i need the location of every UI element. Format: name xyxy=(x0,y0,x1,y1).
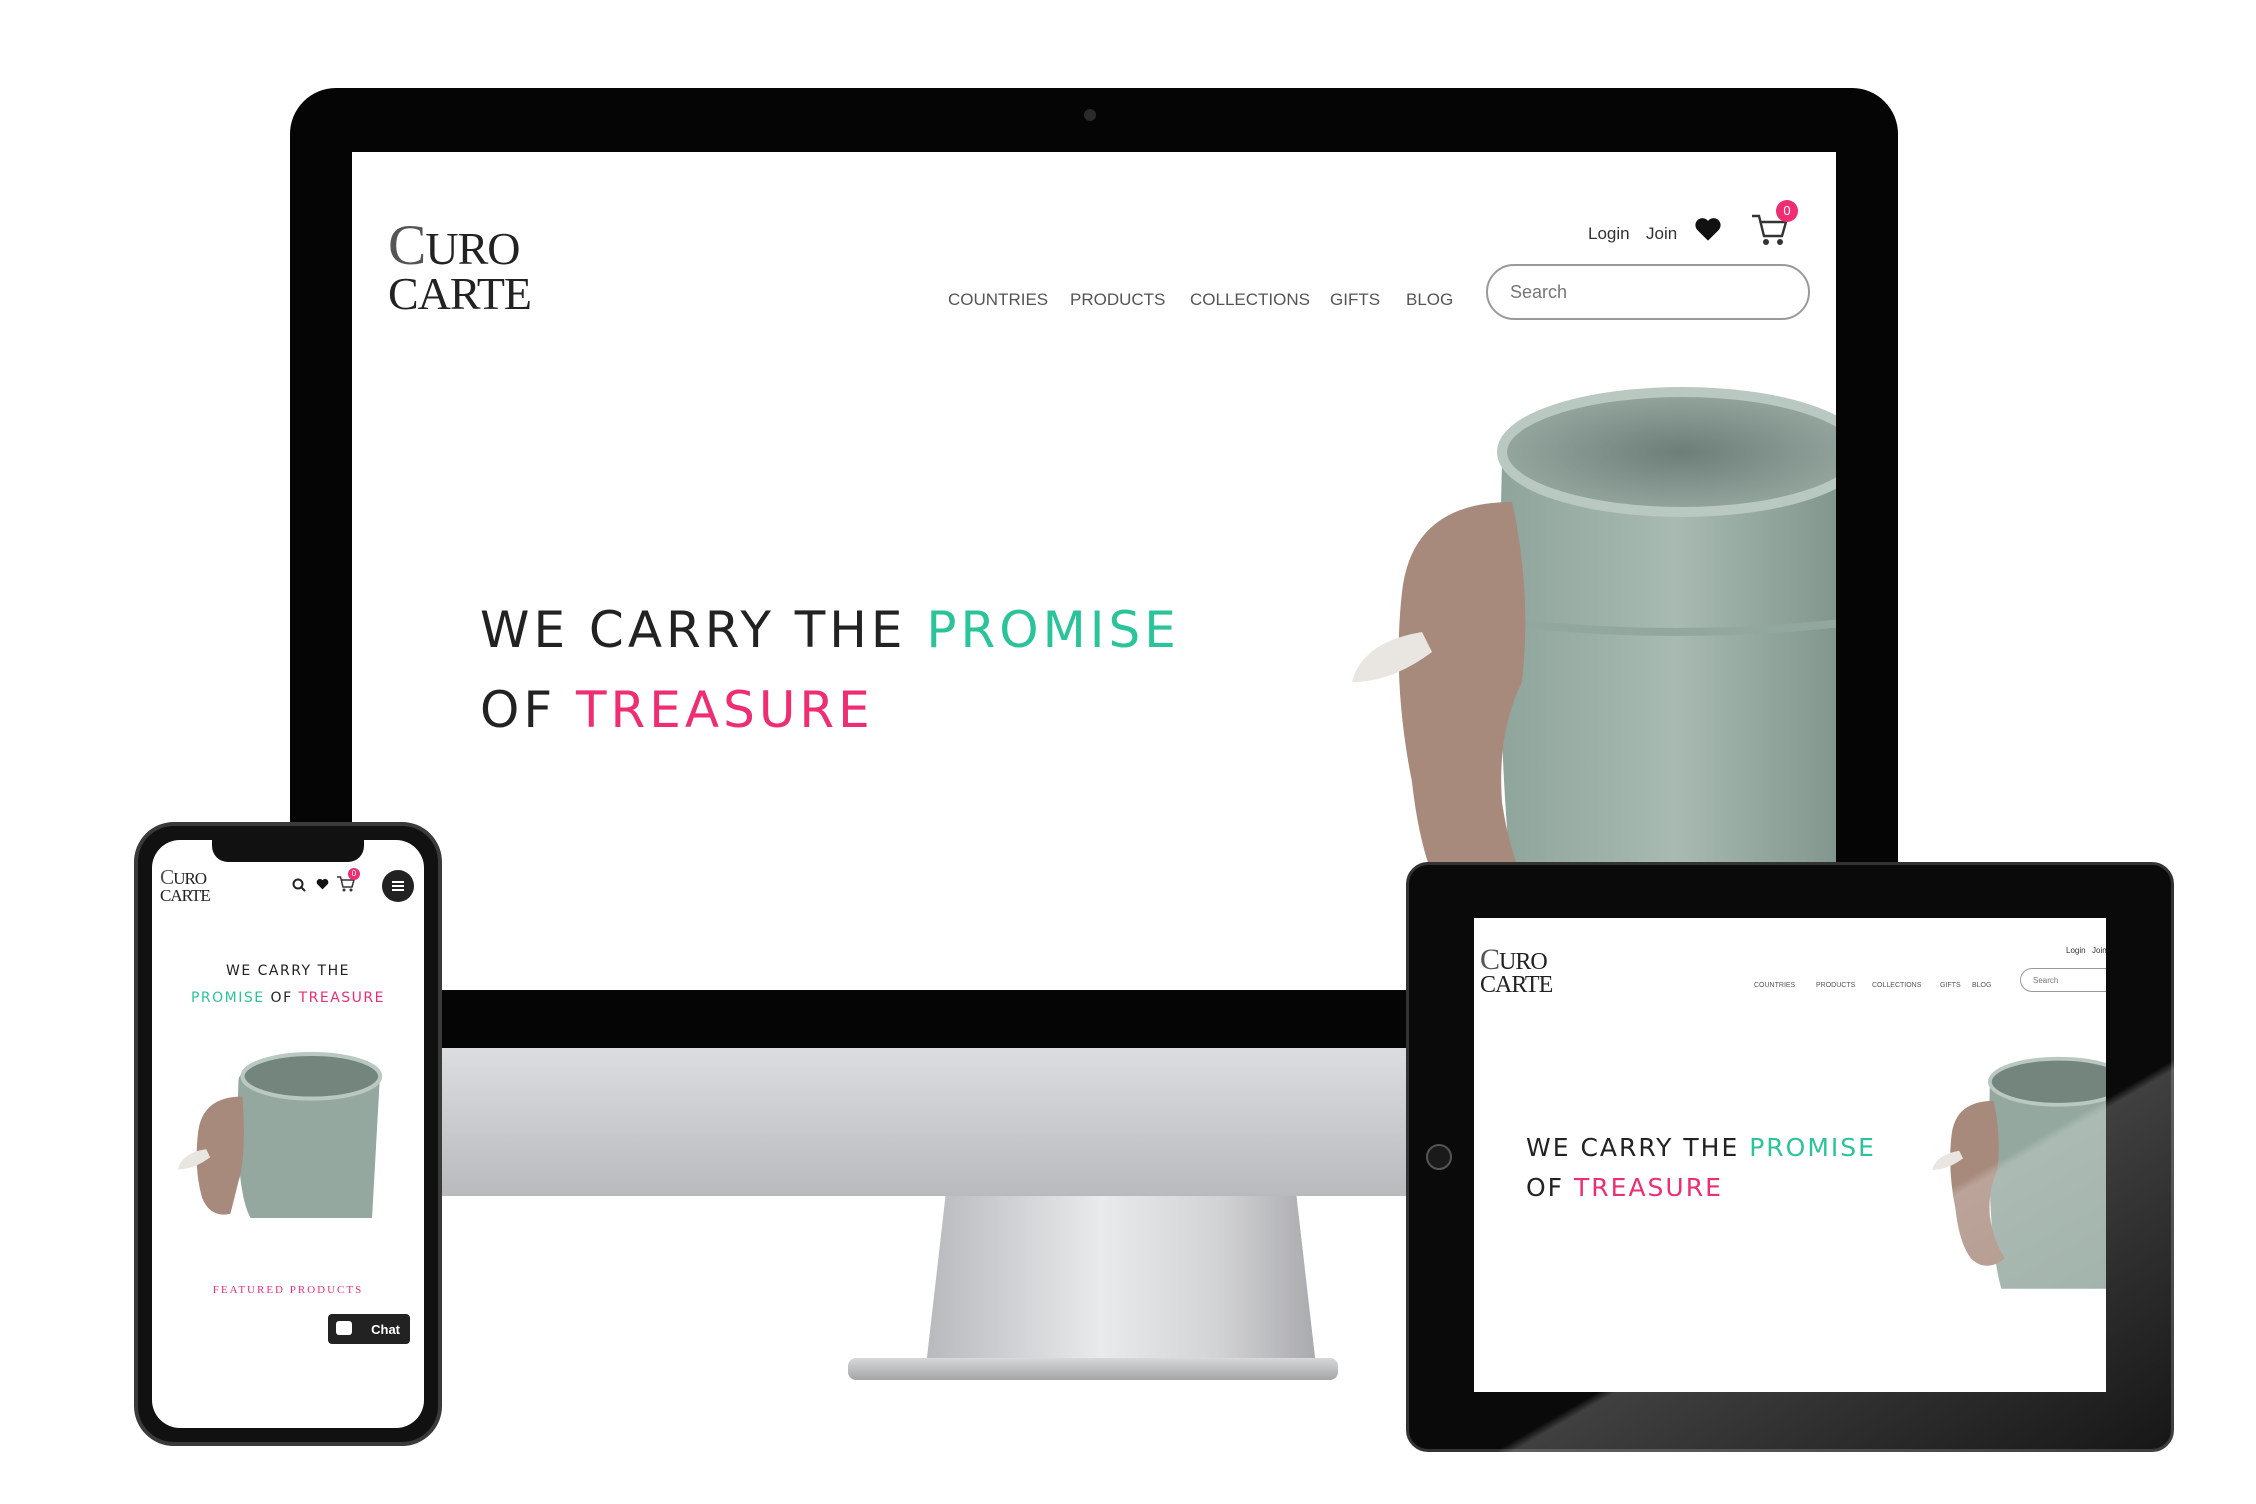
featured-products-heading: FEATURED PRODUCTS xyxy=(212,1284,364,1296)
search-input-tablet[interactable] xyxy=(2020,968,2106,992)
elephant-mug-image-phone xyxy=(177,1052,383,1218)
menu-button[interactable] xyxy=(382,870,414,902)
search-input[interactable] xyxy=(1486,264,1810,320)
nav-gifts-tablet[interactable]: GIFTS xyxy=(1940,982,1961,989)
brand-logo-tablet[interactable]: CURO CARTE xyxy=(1480,945,1553,997)
cart-count-badge: 0 xyxy=(1776,200,1798,222)
elephant-mug-image-tablet xyxy=(1932,1056,2106,1289)
nav-products[interactable]: PRODUCTS xyxy=(1070,290,1165,310)
nav-blog-tablet[interactable]: BLOG xyxy=(1972,982,1991,989)
nav-countries[interactable]: COUNTRIES xyxy=(948,290,1048,310)
nav-collections-tablet[interactable]: COLLECTIONS xyxy=(1872,982,1921,989)
tablet-screen: CURO CARTE Login Join COUNTRIES PRODUCTS… xyxy=(1474,918,2106,1392)
camera-dot xyxy=(1084,109,1096,121)
chat-button[interactable]: Chat xyxy=(328,1314,410,1344)
phone-notch xyxy=(212,838,364,862)
nav-countries-tablet[interactable]: COUNTRIES xyxy=(1754,982,1795,989)
login-link[interactable]: Login xyxy=(1588,224,1630,244)
hero-headline-phone: WE CARRY THE PROMISE OF TREASURE xyxy=(190,963,386,1006)
nav-blog[interactable]: BLOG xyxy=(1406,290,1453,310)
join-link[interactable]: Join xyxy=(1646,224,1677,244)
desktop-monitor-stand xyxy=(926,1196,1316,1366)
chat-icon xyxy=(336,1321,352,1335)
heart-icon-phone[interactable] xyxy=(316,878,329,890)
menu-icon xyxy=(392,881,404,883)
hero-headline-tablet: WE CARRY THE PROMISE OF TREASURE xyxy=(1526,1133,1876,1202)
hero-headline: WE CARRY THE PROMISE OF TREASURE xyxy=(480,601,1180,739)
search-icon[interactable] xyxy=(292,878,306,897)
tablet-home-button[interactable] xyxy=(1426,1144,1452,1170)
login-link-tablet[interactable]: Login xyxy=(2066,946,2086,955)
brand-logo-phone[interactable]: CURO CARTE xyxy=(160,866,211,903)
heart-icon[interactable] xyxy=(1694,216,1722,242)
nav-collections[interactable]: COLLECTIONS xyxy=(1190,290,1310,310)
join-link-tablet[interactable]: Join xyxy=(2092,946,2106,955)
cart-count-badge-phone: 0 xyxy=(348,868,360,880)
brand-logo[interactable]: CURO CARTE xyxy=(388,217,532,317)
desktop-monitor-base xyxy=(848,1358,1338,1380)
nav-products-tablet[interactable]: PRODUCTS xyxy=(1816,982,1855,989)
nav-gifts[interactable]: GIFTS xyxy=(1330,290,1380,310)
